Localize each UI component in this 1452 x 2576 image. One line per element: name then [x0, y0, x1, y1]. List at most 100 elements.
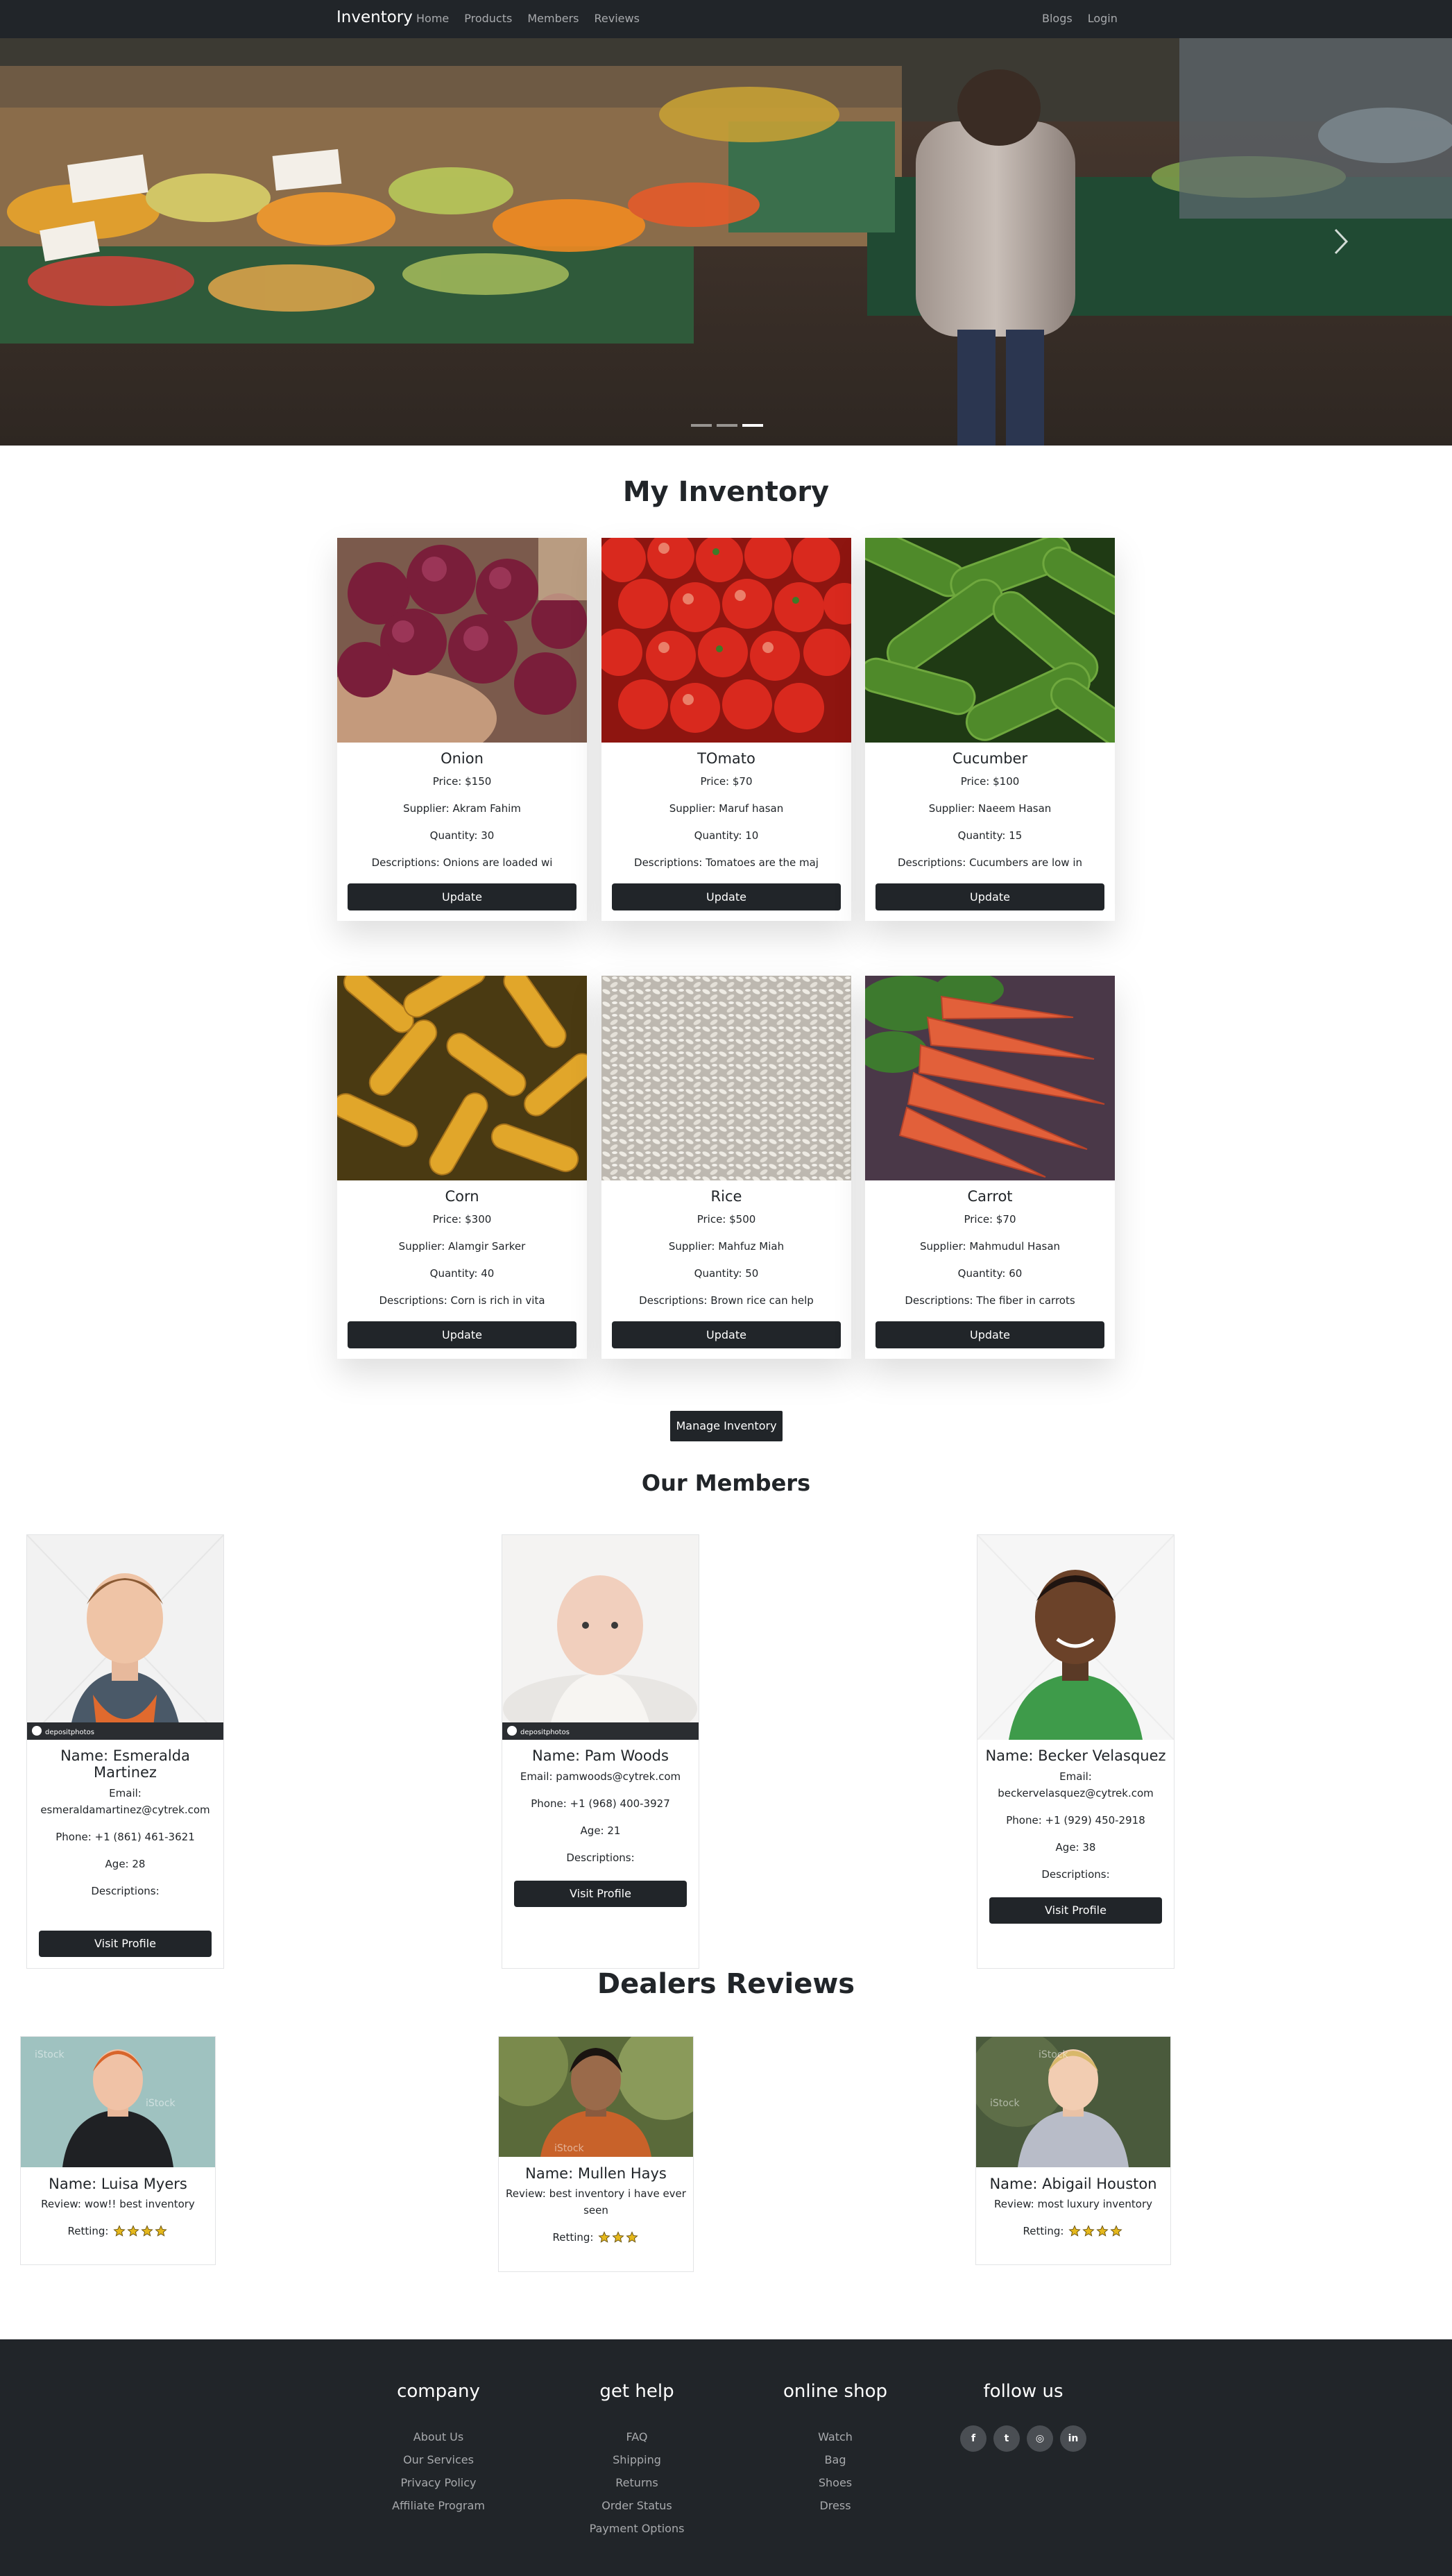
footer-heading: get help: [599, 2381, 674, 2402]
nav-link-members[interactable]: Members: [527, 12, 579, 25]
visit-profile-button[interactable]: Visit Profile: [514, 1881, 687, 1907]
twitter-icon[interactable]: t: [993, 2425, 1020, 2452]
site-footer: company About Us Our Services Privacy Po…: [0, 2339, 1452, 2576]
member-card-pam: depositphotos Name: Pam Woods Email: pam…: [502, 1534, 699, 1969]
member-phone: Phone: +1 (968) 400-3927: [531, 1797, 670, 1810]
footer-heading: follow us: [983, 2381, 1064, 2402]
product-supplier: Supplier: Naeem Hasan: [928, 802, 1052, 815]
star-icon: [154, 2224, 167, 2237]
member-email: esmeraldamartinez@cytrek.com: [40, 1804, 210, 1816]
svg-text:depositphotos: depositphotos: [45, 1729, 94, 1736]
visit-profile-button[interactable]: Visit Profile: [989, 1897, 1162, 1924]
top-navbar: Inventory Home Products Members Reviews …: [0, 0, 1452, 38]
product-card-tomato: TOmato Price: $70 Supplier: Maruf hasan …: [601, 538, 851, 921]
product-quantity: Quantity: 10: [694, 829, 759, 842]
footer-link-faq[interactable]: FAQ: [567, 2425, 706, 2448]
carousel-indicator-1[interactable]: [691, 424, 712, 427]
members-section-title: Our Members: [641, 1470, 811, 1496]
tomatoes-photo: [601, 538, 851, 743]
product-name: Cucumber: [952, 750, 1028, 767]
product-price: Price: $150: [432, 775, 492, 788]
instagram-icon[interactable]: ◎: [1027, 2425, 1053, 2452]
nav-link-blogs[interactable]: Blogs: [1042, 12, 1073, 25]
product-name: Carrot: [967, 1188, 1013, 1205]
product-quantity: Quantity: 40: [429, 1267, 495, 1280]
footer-link-about-us[interactable]: About Us: [369, 2425, 508, 2448]
product-description: Descriptions: Onions are loaded wi: [371, 856, 553, 869]
nav-link-reviews[interactable]: Reviews: [595, 12, 640, 25]
nav-link-login[interactable]: Login: [1088, 12, 1118, 25]
nav-link-home[interactable]: Home: [416, 12, 449, 25]
facebook-icon[interactable]: f: [960, 2425, 986, 2452]
product-description: Descriptions: The fiber in carrots: [905, 1294, 1075, 1307]
carousel-indicator-3[interactable]: [742, 424, 763, 427]
member-email-label: Email:: [109, 1787, 142, 1799]
product-price: Price: $300: [432, 1213, 492, 1226]
manage-inventory-button[interactable]: Manage Inventory: [670, 1411, 783, 1441]
footer-link-dress[interactable]: Dress: [766, 2494, 905, 2517]
member-descriptions: Descriptions:: [566, 1852, 635, 1864]
review-text: Review: best inventory i have ever seen: [506, 2187, 686, 2217]
svg-text:iStock: iStock: [990, 2098, 1020, 2109]
member-descriptions: Descriptions:: [91, 1885, 160, 1897]
update-button[interactable]: Update: [876, 883, 1104, 910]
linkedin-icon[interactable]: in: [1060, 2425, 1086, 2452]
product-price: Price: $100: [960, 775, 1020, 788]
footer-column-get-help: get help FAQ Shipping Returns Order Stat…: [567, 2381, 706, 2540]
product-price: Price: $70: [700, 775, 753, 788]
star-icon: [140, 2224, 153, 2237]
product-supplier: Supplier: Mahmudul Hasan: [919, 1240, 1061, 1253]
product-card-corn: Corn Price: $300 Supplier: Alamgir Sarke…: [337, 976, 587, 1359]
rating-stars: [112, 2223, 169, 2240]
star-icon: [1095, 2224, 1109, 2237]
review-rating: Retting:: [982, 2223, 1165, 2240]
product-quantity: Quantity: 60: [957, 1267, 1023, 1280]
footer-link-affiliate-program[interactable]: Affiliate Program: [369, 2494, 508, 2517]
product-supplier: Supplier: Akram Fahim: [403, 802, 521, 815]
footer-link-watch[interactable]: Watch: [766, 2425, 905, 2448]
update-button[interactable]: Update: [612, 1321, 841, 1348]
svg-text:iStock: iStock: [146, 2098, 176, 2109]
review-card-luisa: iStock iStock Name: Luisa Myers Review: …: [20, 2036, 216, 2265]
footer-link-our-services[interactable]: Our Services: [369, 2448, 508, 2471]
footer-link-payment-options[interactable]: Payment Options: [567, 2517, 706, 2540]
product-card-cucumber: Cucumber Price: $100 Supplier: Naeem Has…: [865, 538, 1115, 921]
rating-stars: [597, 2230, 640, 2246]
product-card-rice: Rice Price: $500 Supplier: Mahfuz Miah Q…: [601, 976, 851, 1359]
footer-link-privacy-policy[interactable]: Privacy Policy: [369, 2471, 508, 2494]
carousel-next-icon[interactable]: [1327, 224, 1355, 259]
carousel-indicator-2[interactable]: [717, 424, 737, 427]
nav-link-products[interactable]: Products: [464, 12, 512, 25]
footer-link-returns[interactable]: Returns: [567, 2471, 706, 2494]
brand-logo[interactable]: Inventory: [336, 8, 413, 26]
reviewer-name: Name: Abigail Houston: [989, 2176, 1157, 2192]
product-supplier: Supplier: Alamgir Sarker: [398, 1240, 526, 1253]
nav-links-right: Blogs Login: [1042, 12, 1118, 25]
footer-link-order-status[interactable]: Order Status: [567, 2494, 706, 2517]
review-text: Review: wow!! best inventory: [41, 2198, 195, 2210]
update-button[interactable]: Update: [348, 883, 576, 910]
footer-link-bag[interactable]: Bag: [766, 2448, 905, 2471]
reviewer-photo: iStock: [499, 2037, 693, 2157]
product-description: Descriptions: Tomatoes are the maj: [634, 856, 819, 869]
product-quantity: Quantity: 50: [694, 1267, 759, 1280]
footer-column-company: company About Us Our Services Privacy Po…: [369, 2381, 508, 2517]
corn-photo: [337, 976, 587, 1180]
update-button[interactable]: Update: [612, 883, 841, 910]
footer-link-shipping[interactable]: Shipping: [567, 2448, 706, 2471]
footer-column-online-shop: online shop Watch Bag Shoes Dress: [766, 2381, 905, 2517]
product-description: Descriptions: Cucumbers are low in: [898, 856, 1082, 869]
footer-link-shoes[interactable]: Shoes: [766, 2471, 905, 2494]
product-card-carrot: Carrot Price: $70 Supplier: Mahmudul Has…: [865, 976, 1115, 1359]
star-icon: [611, 2230, 624, 2243]
update-button[interactable]: Update: [876, 1321, 1104, 1348]
product-description: Descriptions: Corn is rich in vita: [379, 1294, 545, 1307]
inventory-section-title: My Inventory: [622, 476, 830, 508]
update-button[interactable]: Update: [348, 1321, 576, 1348]
member-name: Name: Pam Woods: [532, 1747, 669, 1764]
member-card-becker: Name: Becker Velasquez Email: beckervela…: [977, 1534, 1175, 1969]
product-name: Corn: [445, 1188, 479, 1205]
member-email: Email: pamwoods@cytrek.com: [520, 1770, 681, 1783]
visit-profile-button[interactable]: Visit Profile: [39, 1931, 212, 1957]
footer-heading: online shop: [783, 2381, 887, 2402]
